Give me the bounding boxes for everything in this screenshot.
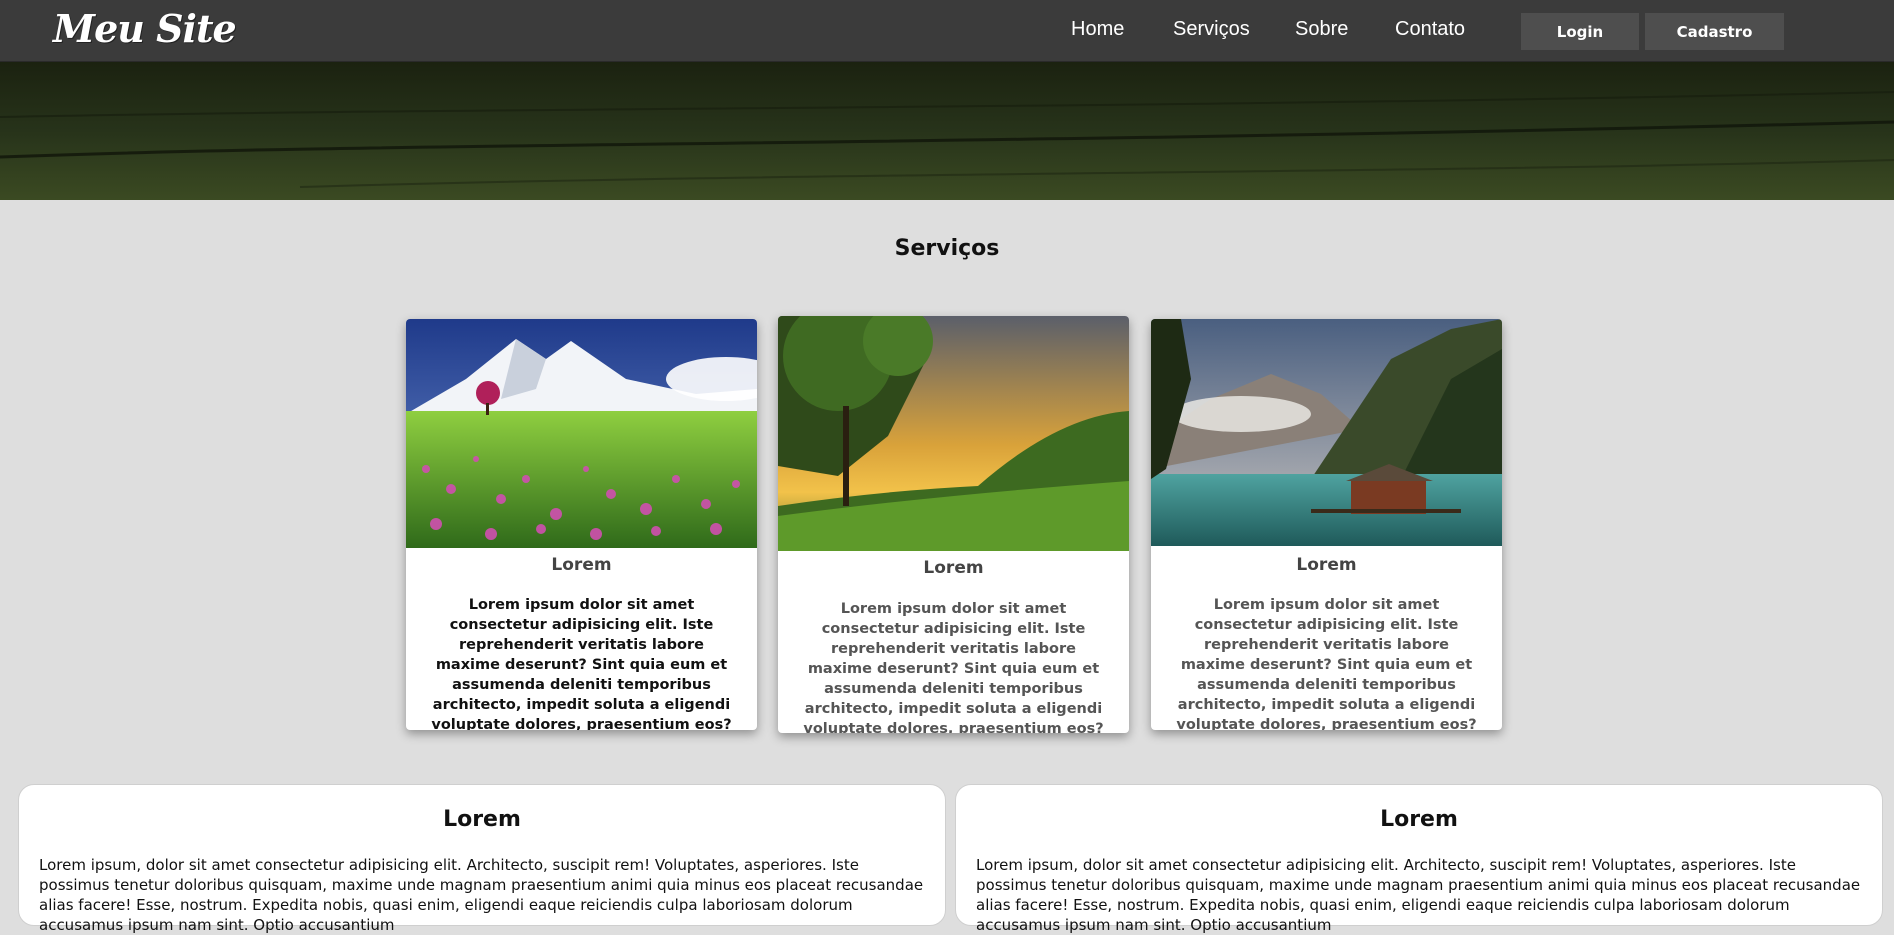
- service-card-2: Lorem Lorem ipsum dolor sit amet consect…: [778, 316, 1129, 733]
- nav-about-link[interactable]: Sobre: [1295, 18, 1348, 41]
- card-title: Lorem: [551, 555, 612, 575]
- site-logo[interactable]: Meu Site: [53, 6, 237, 51]
- card-description: Lorem ipsum dolor sit amet consectetur a…: [1176, 597, 1477, 730]
- card-title: Lorem: [923, 558, 984, 578]
- panel-text: Lorem ipsum, dolor sit amet consectetur …: [976, 856, 1861, 934]
- service-card-1: Lorem Lorem ipsum dolor sit amet consect…: [406, 319, 757, 730]
- nav-contact-link[interactable]: Contato: [1395, 18, 1465, 41]
- panel-title: Lorem: [1380, 807, 1458, 832]
- nav-home-link[interactable]: Home: [1071, 18, 1124, 41]
- card-image-sunset-valley: [778, 316, 1129, 551]
- info-panel-left: Lorem Lorem ipsum, dolor sit amet consec…: [18, 784, 946, 934]
- hero-banner: [0, 62, 1894, 200]
- service-card-3: Lorem Lorem ipsum dolor sit amet consect…: [1151, 319, 1502, 730]
- top-navbar: Meu Site Home Serviços Sobre Contato Log…: [0, 0, 1894, 62]
- card-description: Lorem ipsum dolor sit amet consectetur a…: [431, 597, 732, 730]
- nav-services-link[interactable]: Serviços: [1173, 18, 1250, 41]
- signup-button[interactable]: Cadastro: [1645, 13, 1784, 50]
- hero-field-image: [0, 62, 1894, 200]
- card-description: Lorem ipsum dolor sit amet consectetur a…: [803, 601, 1104, 733]
- services-title: Serviços: [894, 236, 1000, 261]
- info-panel-right: Lorem Lorem ipsum, dolor sit amet consec…: [955, 784, 1883, 934]
- card-title: Lorem: [1296, 555, 1357, 575]
- card-image-mountain-meadow: [406, 319, 757, 548]
- login-button[interactable]: Login: [1521, 13, 1639, 50]
- card-image-lake-cabin: [1151, 319, 1502, 546]
- panel-title: Lorem: [443, 807, 521, 832]
- panel-text: Lorem ipsum, dolor sit amet consectetur …: [39, 856, 924, 934]
